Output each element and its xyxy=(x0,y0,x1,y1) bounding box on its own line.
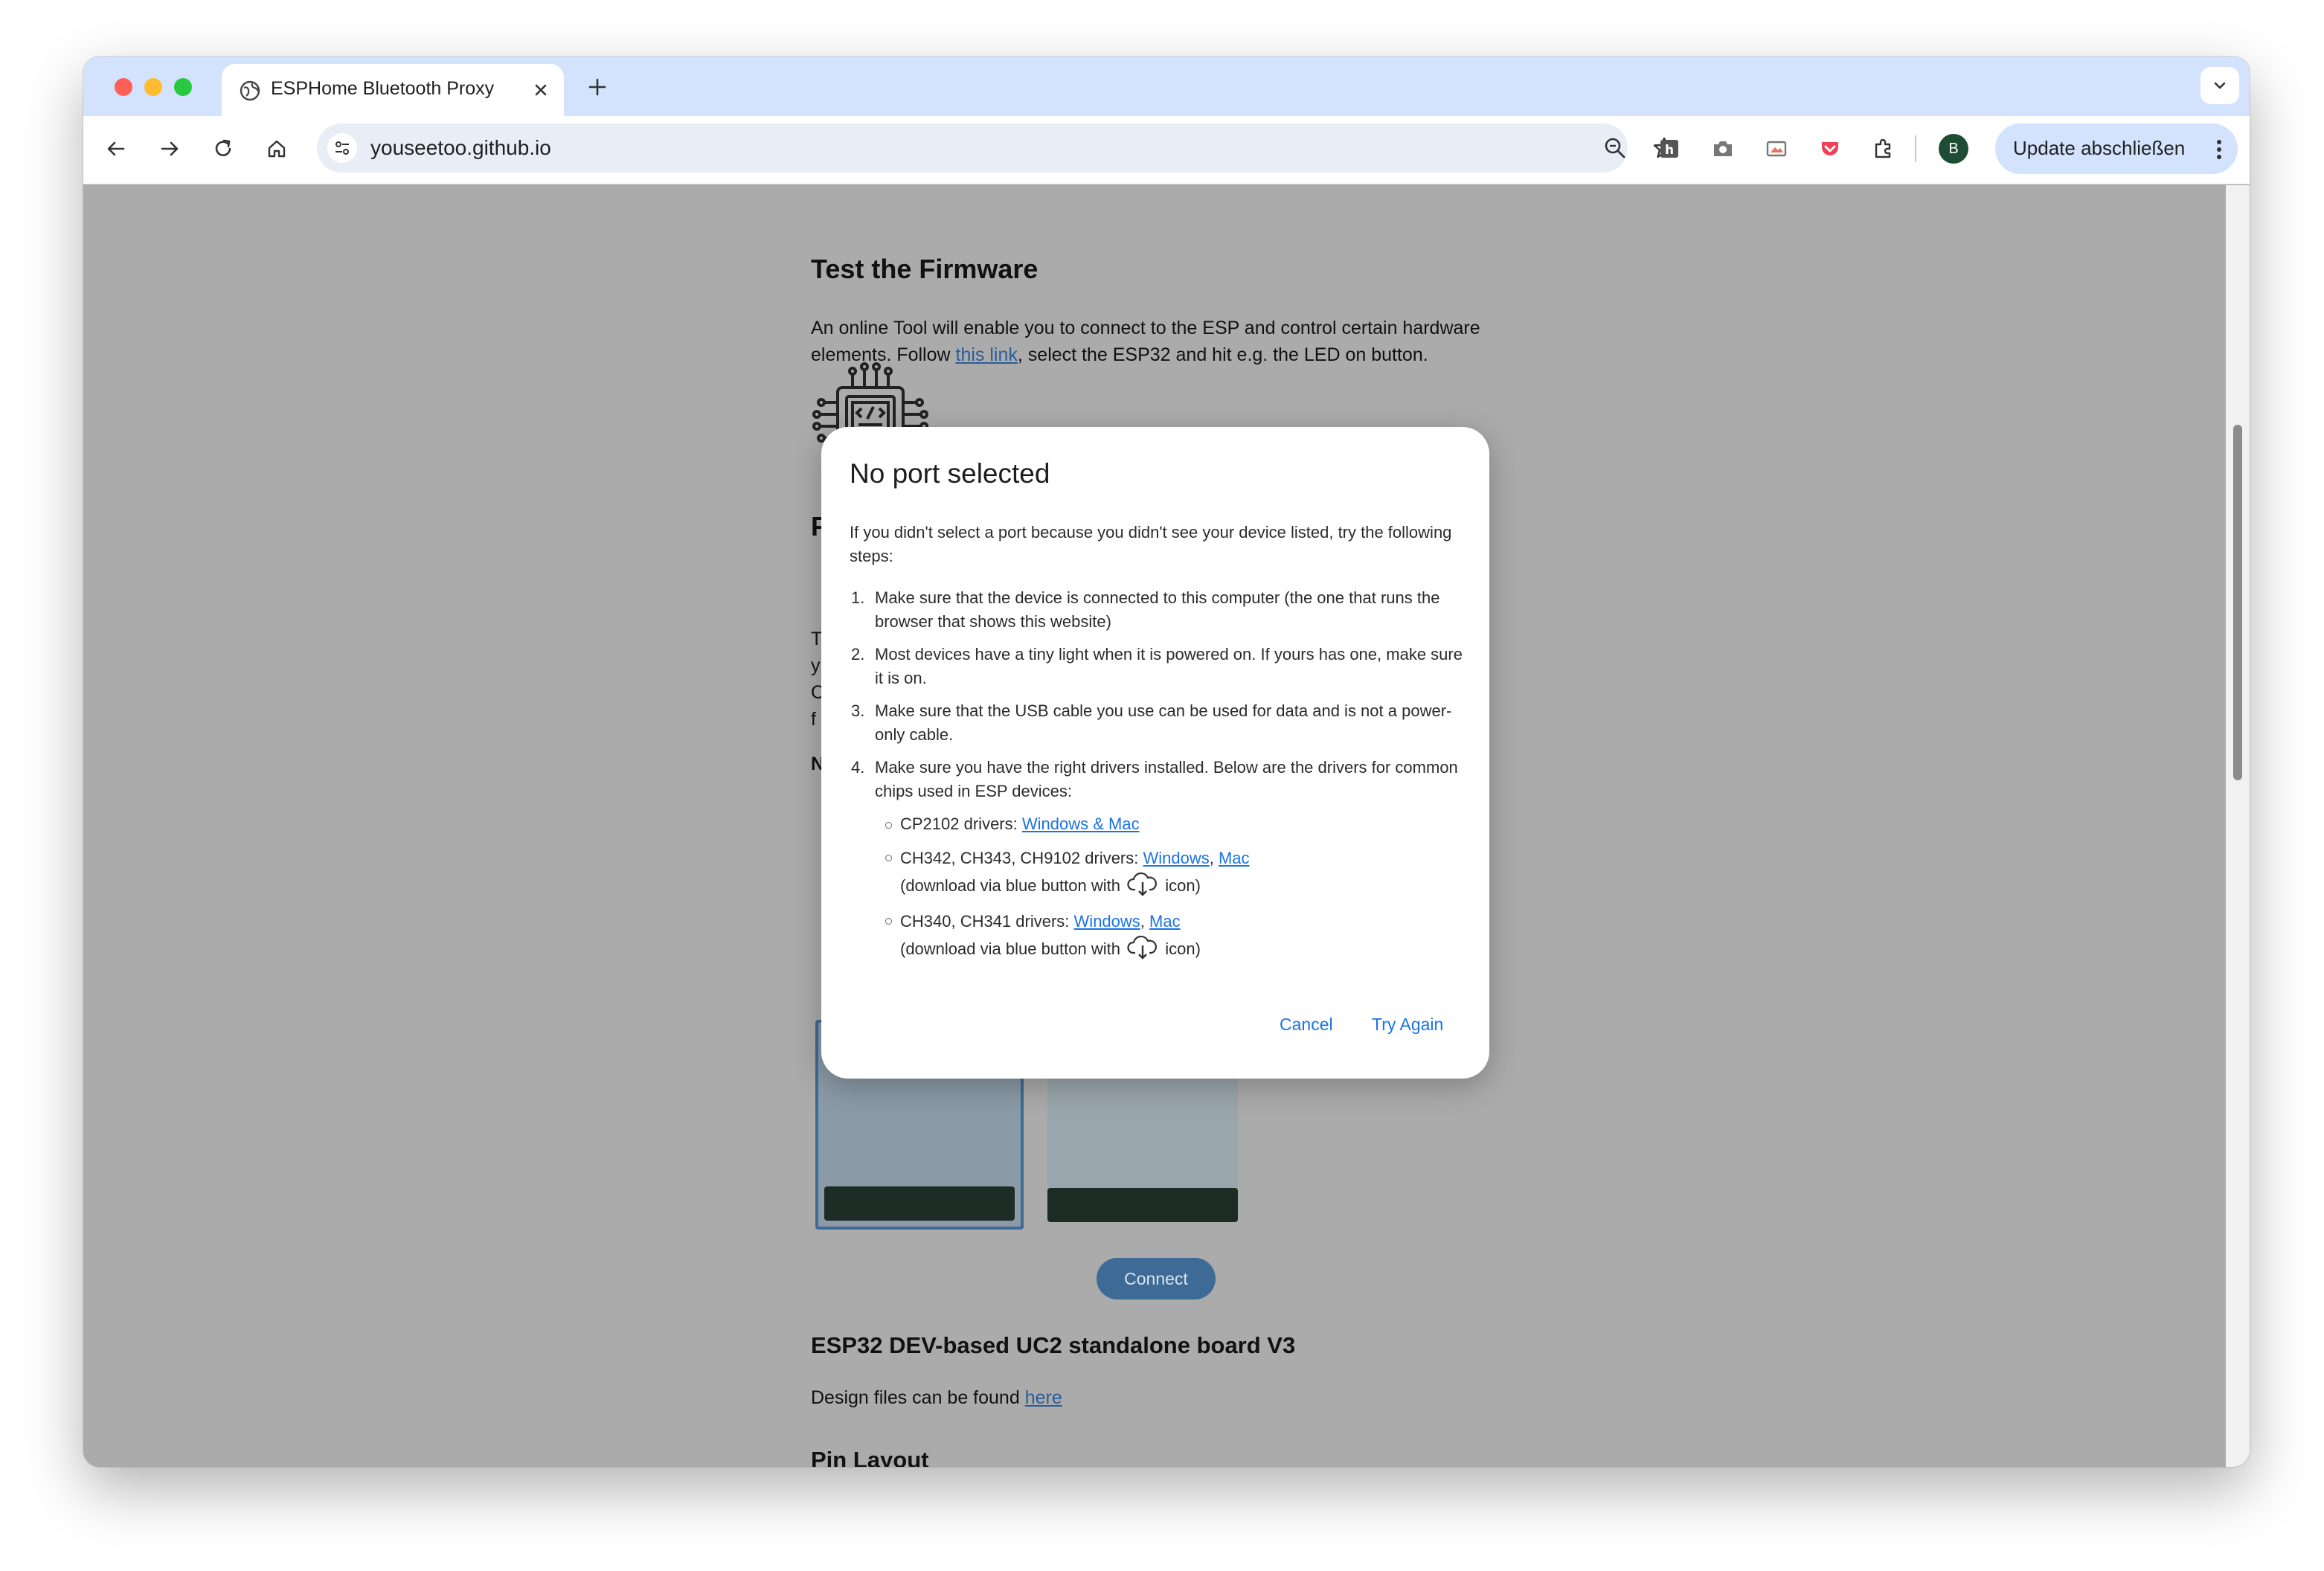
pin-heading: Pin Layout xyxy=(811,1447,929,1467)
minimize-window-button[interactable] xyxy=(144,78,162,96)
hidden-letter: T xyxy=(811,629,823,649)
tab-title: ESPHome Bluetooth Proxy xyxy=(271,78,495,99)
driver-cp2102: CP2102 drivers: Windows & Mac xyxy=(850,812,1467,836)
list-item: 2. Most devices have a tiny light when i… xyxy=(851,645,1463,687)
extension-camera-button[interactable] xyxy=(1707,132,1739,165)
globe-icon xyxy=(240,80,260,101)
dialog-title: No port selected xyxy=(850,458,1050,489)
dialog-intro: If you didn't select a port because you … xyxy=(850,523,1452,565)
connect-button[interactable]: Connect xyxy=(1097,1258,1216,1299)
screenshot-icon xyxy=(1766,141,1787,157)
home-icon xyxy=(268,140,286,158)
h-extension-icon: h xyxy=(1660,140,1678,158)
cancel-button[interactable]: Cancel xyxy=(1280,1015,1333,1035)
troubleshoot-list: 1. Make sure that the device is connecte… xyxy=(850,586,1467,963)
tab-esphome[interactable]: ESPHome Bluetooth Proxy xyxy=(222,64,564,116)
driver-ch342: CH342, CH343, CH9102 drivers: Windows, M… xyxy=(850,845,1467,899)
list-item: 1. Make sure that the device is connecte… xyxy=(851,588,1440,631)
hidden-letter: f xyxy=(811,709,816,730)
address-bar[interactable]: youseetoo.github.io xyxy=(317,123,1675,173)
design-paragraph: Design files can be found here xyxy=(811,1384,1062,1411)
ch340-windows-link[interactable]: Windows xyxy=(1074,912,1140,931)
close-window-button[interactable] xyxy=(115,78,132,96)
home-button[interactable] xyxy=(260,132,293,165)
test-heading: Test the Firmware xyxy=(811,254,1039,284)
page-scrollbar[interactable] xyxy=(2226,185,2250,1467)
browser-toolbar: youseetoo.github.io h xyxy=(83,116,2250,184)
ch340-mac-link[interactable]: Mac xyxy=(1149,912,1181,931)
camera-icon xyxy=(1714,141,1732,156)
pocket-icon xyxy=(1822,142,1838,155)
svg-text:h: h xyxy=(1665,143,1674,158)
this-link[interactable]: this link xyxy=(956,344,1018,365)
arrow-left-icon xyxy=(107,141,125,156)
update-label: Update abschließen xyxy=(2013,137,2186,159)
reload-icon xyxy=(215,139,231,156)
reload-button[interactable] xyxy=(207,132,240,165)
extension-pocket-button[interactable] xyxy=(1814,132,1846,165)
back-button[interactable] xyxy=(100,132,132,165)
toolbar-divider xyxy=(1915,135,1916,162)
chevron-down-icon xyxy=(2214,82,2226,89)
ch342-windows-link[interactable]: Windows xyxy=(1143,849,1209,867)
list-item: 3. Make sure that the USB cable you use … xyxy=(851,701,1452,744)
arrow-right-icon xyxy=(161,141,179,156)
cp2102-link[interactable]: Windows & Mac xyxy=(1022,815,1140,833)
tune-icon xyxy=(336,141,349,155)
new-tab-icon[interactable] xyxy=(585,74,610,100)
list-item: 4. Make sure you have the right drivers … xyxy=(851,758,1458,800)
design-link[interactable]: here xyxy=(1025,1387,1062,1408)
forward-button[interactable] xyxy=(153,132,186,165)
url-text: youseetoo.github.io xyxy=(370,136,551,159)
scroll-thumb[interactable] xyxy=(2233,425,2242,780)
extensions-button[interactable] xyxy=(1867,132,1900,165)
ch342-mac-link[interactable]: Mac xyxy=(1219,849,1250,867)
browser-window: ESPHome Bluetooth Proxy youseetoo.github… xyxy=(83,57,2250,1467)
extension-screen-button[interactable] xyxy=(1760,132,1793,165)
profile-avatar[interactable]: B xyxy=(1939,134,1968,164)
design-text: Design files can be found xyxy=(811,1387,1025,1408)
try-again-button[interactable]: Try Again xyxy=(1372,1015,1443,1035)
hidden-letter: y xyxy=(811,655,821,676)
board-heading: ESP32 DEV-based UC2 standalone board V3 xyxy=(811,1332,1296,1358)
tab-search-button[interactable] xyxy=(2201,67,2239,104)
test-text-2: , select the ESP32 and hit e.g. the LED … xyxy=(1017,344,1428,365)
driver-ch340: CH340, CH341 drivers: Windows, Mac (down… xyxy=(850,908,1467,963)
cloud-download-icon xyxy=(1127,872,1158,896)
more-vert-icon xyxy=(2217,140,2221,159)
maximize-window-button[interactable] xyxy=(174,78,192,96)
close-icon[interactable] xyxy=(530,79,552,101)
puzzle-icon xyxy=(1875,138,1891,158)
extension-h-button[interactable]: h xyxy=(1653,132,1686,165)
site-info-button[interactable] xyxy=(327,133,357,163)
no-port-dialog: No port selected If you didn't select a … xyxy=(821,427,1489,1079)
update-button[interactable]: Update abschließen xyxy=(1995,123,2238,174)
zoom-icon[interactable] xyxy=(1602,135,1628,161)
cloud-download-icon xyxy=(1127,935,1158,960)
tab-strip: ESPHome Bluetooth Proxy xyxy=(83,57,2250,116)
